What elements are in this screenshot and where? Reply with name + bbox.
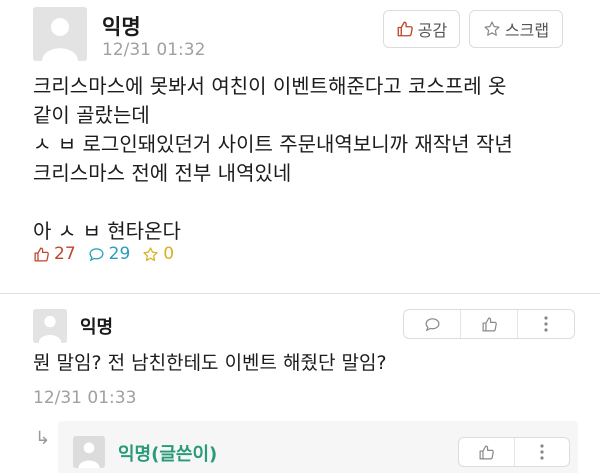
comment-author-avatar [33, 309, 67, 343]
comment-body: 뭔 말임? 전 남친한테도 이벤트 해줬단 말임? [33, 352, 387, 374]
thumbs-up-icon [34, 246, 49, 262]
post-body-line: 아 ㅅ ㅂ 현타온다 [33, 219, 181, 243]
more-vertical-icon [540, 444, 544, 460]
like-count-value: 27 [54, 244, 76, 264]
comment-author-name[interactable]: 익명 [80, 313, 113, 339]
scrap-button-label: 스크랩 [504, 21, 550, 40]
post-author-name[interactable]: 익명 [102, 11, 141, 41]
speech-bubble-icon [89, 247, 104, 261]
star-icon [143, 246, 158, 261]
more-vertical-icon [544, 316, 548, 332]
post-timestamp: 12/31 01:32 [102, 40, 206, 60]
like-button[interactable]: 공감 [383, 10, 460, 48]
scrap-count: 0 [142, 244, 174, 264]
thumbs-up-icon [397, 21, 413, 37]
post-body-line [33, 188, 573, 217]
post-stats: 27 29 0 [33, 244, 174, 264]
comment-count-value: 29 [108, 244, 131, 264]
comment-more-button[interactable] [518, 310, 574, 338]
scrap-button[interactable]: 스크랩 [469, 10, 563, 48]
reply-like-button[interactable] [459, 438, 515, 466]
post-body-line: 크리스마스 전에 전부 내역있네 [33, 161, 292, 185]
thumbs-up-icon [479, 445, 494, 459]
reply-button[interactable] [404, 310, 461, 338]
scrap-count-value: 0 [163, 244, 175, 264]
thumbs-up-icon [482, 317, 497, 331]
reply-action-group [458, 437, 570, 467]
reply-more-button[interactable] [515, 438, 570, 466]
reply-container: 익명(글쓴이) [58, 421, 578, 473]
star-icon [484, 21, 500, 36]
post-body-line: ㅅ ㅂ 로그인돼있던거 사이트 주문내역보니까 재작년 작년 [33, 132, 513, 156]
section-divider [0, 293, 600, 294]
like-count: 27 [33, 244, 76, 264]
speech-bubble-icon [425, 317, 439, 331]
comment-action-group [403, 309, 575, 339]
post-body-line: 크리스마스에 못봐서 여친이 이벤트해준다고 코스프레 옷 [33, 74, 507, 98]
comment-timestamp: 12/31 01:33 [33, 388, 137, 408]
reply-author-avatar [73, 436, 105, 468]
like-button-label: 공감 [417, 21, 448, 40]
reply-author-name[interactable]: 익명(글쓴이) [118, 440, 217, 466]
comment-like-button[interactable] [461, 310, 518, 338]
post-body-line: 같이 골랐는데 [33, 103, 150, 127]
post-author-avatar [33, 7, 87, 61]
post-body: 크리스마스에 못봐서 여친이 이벤트해준다고 코스프레 옷 같이 골랐는데 ㅅ … [33, 72, 573, 246]
comment-count: 29 [88, 244, 131, 264]
reply-arrow-icon: ↳ [35, 428, 51, 449]
